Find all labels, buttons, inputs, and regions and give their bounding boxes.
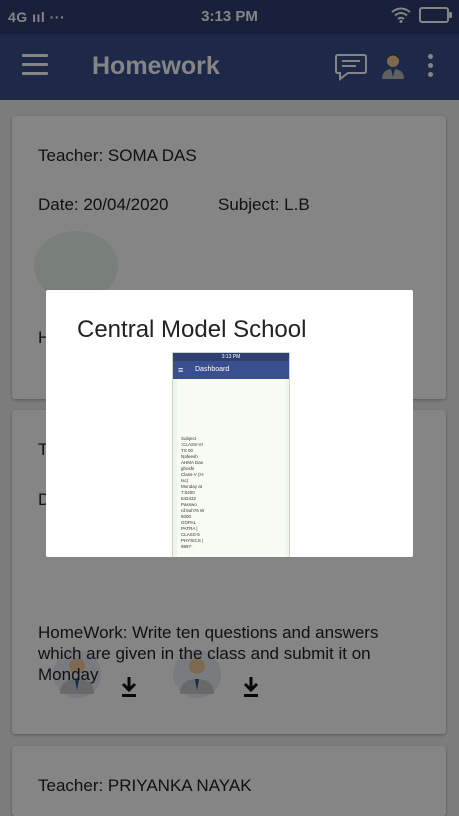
attachment-preview-image[interactable]: 3:13 PM Dashboard Subject :CLASS-VI TS 0…	[172, 352, 290, 557]
preview-status-bar: 3:13 PM	[173, 353, 289, 361]
preview-text: Subject :CLASS-VI TS 00 Nafeesh AHMA Das…	[181, 436, 205, 549]
preview-app-bar: Dashboard	[173, 361, 289, 379]
preview-content: Subject :CLASS-VI TS 00 Nafeesh AHMA Das…	[177, 379, 285, 557]
image-preview-dialog: Central Model School 3:13 PM Dashboard S…	[46, 290, 413, 557]
dialog-title: Central Model School	[77, 316, 307, 343]
